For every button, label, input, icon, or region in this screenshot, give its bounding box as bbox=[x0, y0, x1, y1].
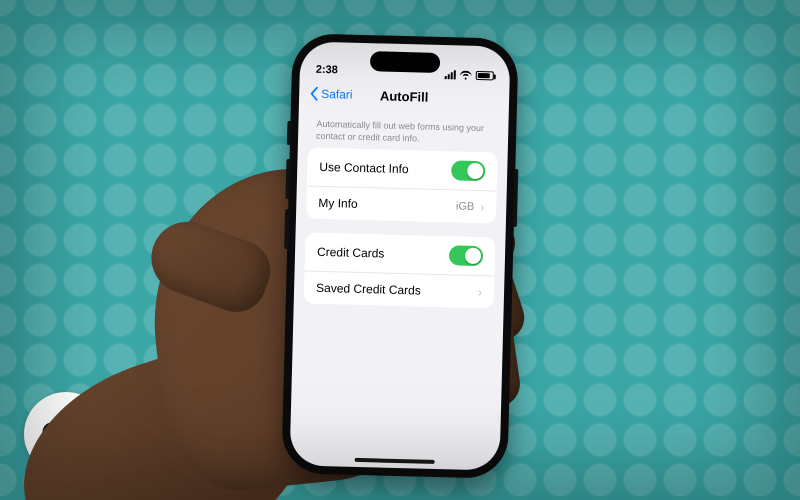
use-contact-info-toggle[interactable] bbox=[451, 161, 486, 182]
chevron-right-icon: › bbox=[480, 200, 484, 214]
stage: GB 2:38 bbox=[0, 0, 800, 500]
nav-bar: Safari AutoFill bbox=[299, 77, 510, 114]
row-label: My Info bbox=[318, 196, 358, 211]
home-indicator[interactable] bbox=[355, 458, 435, 464]
my-info-row[interactable]: My Info iGB › bbox=[306, 186, 497, 224]
page-title: AutoFill bbox=[380, 88, 429, 104]
volume-up-button bbox=[285, 159, 290, 199]
credit-cards-group: Credit Cards Saved Credit Cards › bbox=[304, 233, 496, 309]
iphone-frame: 2:38 Safari AutoFill Automatically fill … bbox=[281, 33, 518, 479]
my-info-value: iGB bbox=[456, 201, 475, 213]
status-right bbox=[445, 70, 494, 80]
wifi-icon bbox=[460, 71, 472, 80]
dynamic-island bbox=[370, 51, 440, 73]
row-label: Saved Credit Cards bbox=[316, 281, 421, 298]
battery-icon bbox=[476, 71, 494, 80]
volume-down-button bbox=[284, 209, 289, 249]
saved-credit-cards-row[interactable]: Saved Credit Cards › bbox=[304, 271, 495, 309]
status-time: 2:38 bbox=[316, 64, 338, 77]
credit-cards-row[interactable]: Credit Cards bbox=[305, 233, 496, 276]
row-label: Use Contact Info bbox=[319, 160, 409, 176]
row-label: Credit Cards bbox=[317, 245, 385, 261]
section-caption: Automatically fill out web forms using y… bbox=[298, 109, 509, 153]
row-right: › bbox=[478, 285, 482, 299]
credit-cards-toggle[interactable] bbox=[449, 246, 484, 267]
mute-switch bbox=[287, 121, 292, 145]
contact-info-group: Use Contact Info My Info iGB › bbox=[306, 148, 498, 224]
chevron-right-icon: › bbox=[478, 285, 482, 299]
use-contact-info-row[interactable]: Use Contact Info bbox=[307, 148, 498, 191]
chevron-left-icon bbox=[309, 87, 319, 101]
back-button[interactable]: Safari bbox=[309, 87, 353, 102]
phone-screen: 2:38 Safari AutoFill Automatically fill … bbox=[289, 41, 510, 470]
row-right: iGB › bbox=[456, 200, 485, 215]
back-label: Safari bbox=[321, 87, 353, 102]
cellular-icon bbox=[445, 70, 456, 79]
